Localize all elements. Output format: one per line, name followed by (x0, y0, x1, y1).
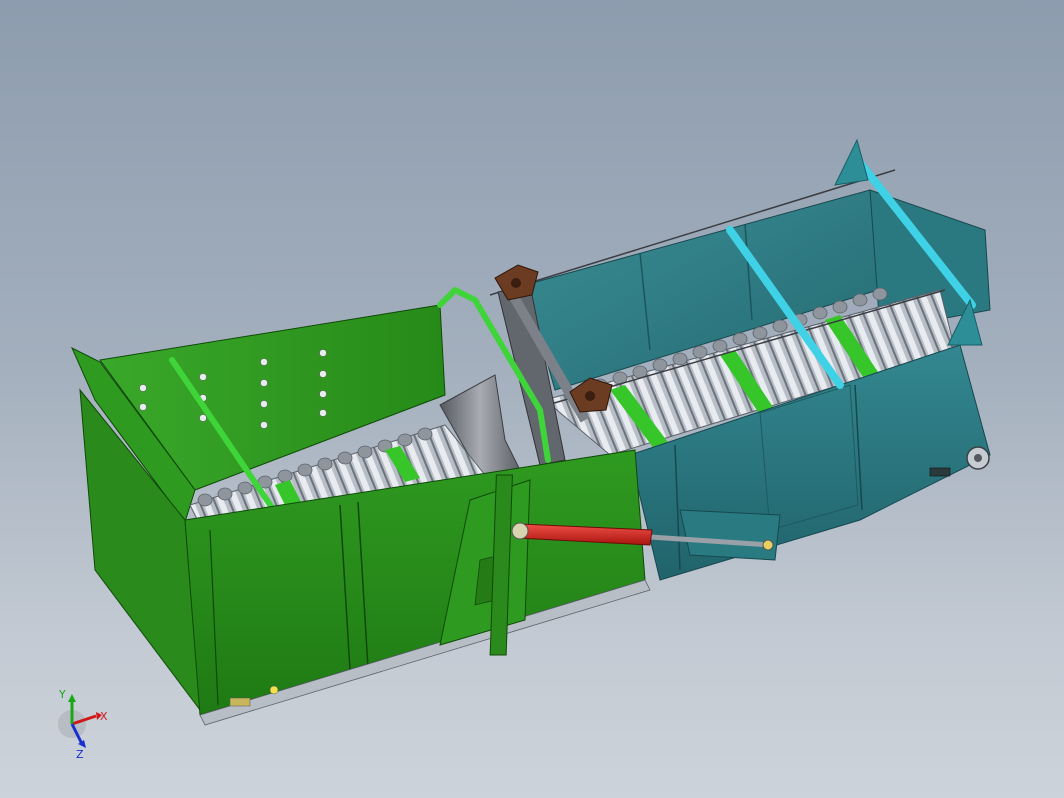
cad-model[interactable] (0, 0, 1064, 798)
y-axis-label: Y (58, 688, 66, 701)
x-axis-label: X (100, 710, 108, 723)
pivot-bracket[interactable] (679, 509, 781, 561)
z-axis-label: Z (76, 748, 84, 761)
graphics-viewport[interactable]: X Y Z (0, 0, 1064, 798)
cyan-bracket-top[interactable] (834, 138, 869, 186)
coordinate-triad: X Y Z (58, 688, 108, 761)
